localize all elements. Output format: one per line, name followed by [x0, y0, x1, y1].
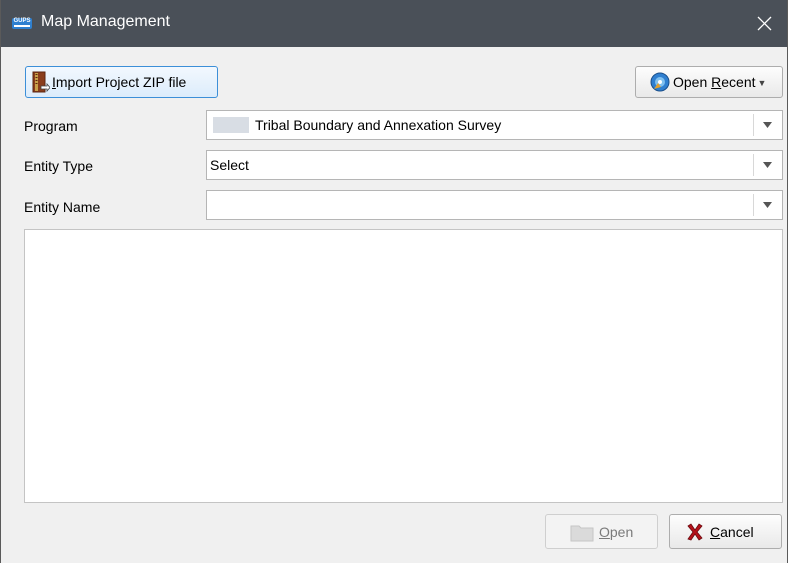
x-cancel-icon [687, 522, 703, 541]
app-icon-text: GUPS [13, 18, 31, 24]
close-icon [757, 16, 771, 31]
entity-type-dropdown-button[interactable] [753, 151, 782, 179]
cancel-button[interactable]: Cancel [669, 514, 782, 549]
map-management-window: GUPS Map Management Import Project ZIP f… [0, 0, 788, 563]
program-value: Tribal Boundary and Annexation Survey [255, 117, 502, 133]
gups-logo-icon: GUPS [12, 18, 32, 29]
open-button[interactable]: Open [545, 514, 658, 549]
title-bar: GUPS Map Management [1, 0, 787, 47]
disc-icon [650, 72, 670, 92]
entity-name-select[interactable] [206, 190, 783, 220]
entity-type-label: Entity Type [24, 158, 94, 174]
program-color-swatch [213, 117, 249, 133]
chevron-down-icon [763, 122, 772, 128]
folder-icon [570, 525, 594, 541]
entity-type-select[interactable]: Select [206, 150, 783, 180]
program-select[interactable]: Tribal Boundary and Annexation Survey [206, 110, 783, 140]
chevron-down-icon: ▼ [757, 78, 767, 88]
chevron-down-icon [763, 202, 772, 208]
entity-name-dropdown-button[interactable] [753, 191, 782, 219]
zip-file-icon [32, 71, 50, 93]
cancel-button-label: Cancel [710, 523, 754, 540]
open-recent-button[interactable]: Open Recent ▼ [635, 66, 783, 98]
import-button-label: Import Project ZIP file [52, 74, 187, 90]
entity-type-value: Select [210, 157, 249, 173]
close-button[interactable] [741, 0, 787, 47]
window-title: Map Management [41, 13, 170, 30]
map-list-panel[interactable] [24, 229, 783, 503]
program-dropdown-button[interactable] [753, 111, 782, 139]
import-project-zip-button[interactable]: Import Project ZIP file [25, 66, 218, 98]
open-button-label: Open [599, 523, 634, 540]
chevron-down-icon [763, 162, 772, 168]
entity-name-label: Entity Name [24, 199, 101, 215]
open-recent-label: Open Recent [673, 74, 756, 90]
program-label: Program [24, 118, 78, 134]
